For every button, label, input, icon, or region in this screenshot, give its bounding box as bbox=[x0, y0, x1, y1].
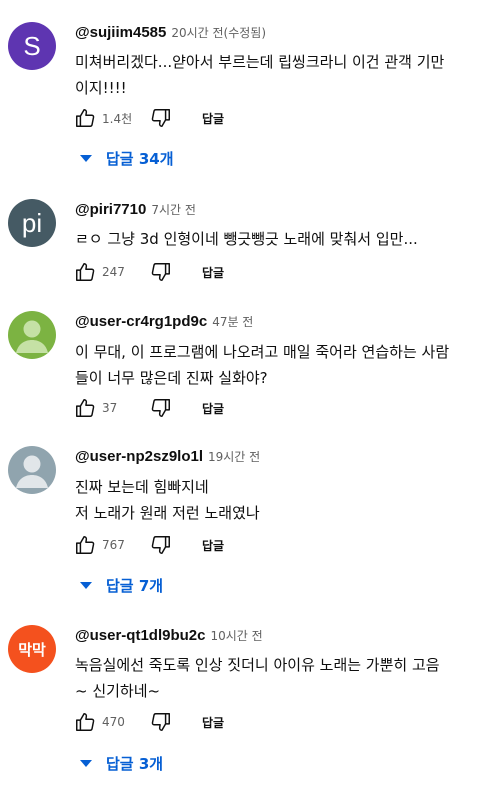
replies-label: 답글 7개 bbox=[106, 576, 164, 595]
comment-line: 저 노래가 원래 저런 노래였나 bbox=[75, 504, 260, 522]
comment-author[interactable]: @sujiim4585 bbox=[75, 24, 166, 41]
comment-line: 녹음실에선 죽도록 인상 짓더니 아이유 노래는 가뿐히 고음 bbox=[75, 656, 440, 674]
reply-button[interactable]: 답글 bbox=[202, 714, 224, 731]
thumbs-down-icon[interactable] bbox=[148, 709, 174, 735]
comment-time[interactable]: 7시간 전 bbox=[151, 203, 196, 217]
reply-button[interactable]: 답글 bbox=[202, 400, 224, 417]
thumbs-up-icon[interactable] bbox=[72, 395, 98, 421]
caret-down-icon bbox=[80, 154, 92, 162]
comment-time[interactable]: 10시간 전 bbox=[211, 629, 263, 643]
view-replies-button[interactable]: 답글 7개 bbox=[80, 570, 163, 600]
reply-button[interactable]: 답글 bbox=[202, 537, 224, 554]
comment-author[interactable]: @piri7710 bbox=[75, 201, 146, 218]
comment-actions: 767 답글 bbox=[72, 531, 224, 559]
comment-line: 들이 너무 많은데 진짜 실화야? bbox=[75, 369, 268, 387]
avatar-initial: pi bbox=[21, 207, 43, 238]
avatar[interactable]: S bbox=[8, 22, 56, 70]
default-avatar-icon bbox=[16, 455, 48, 488]
replies-label: 답글 34개 bbox=[106, 149, 174, 168]
comment-line: 이지!!!! bbox=[75, 79, 127, 97]
thumbs-down-icon[interactable] bbox=[148, 105, 174, 131]
thumbs-up-icon[interactable] bbox=[72, 709, 98, 735]
comment-time[interactable]: 19시간 전 bbox=[208, 450, 260, 464]
thumbs-down-icon[interactable] bbox=[148, 259, 174, 285]
comment-text: 이 무대, 이 프로그램에 나오려고 매일 죽어라 연습하는 사람 들이 너무 … bbox=[75, 339, 470, 391]
like-count: 1.4천 bbox=[102, 111, 133, 126]
comment-author[interactable]: @user-np2sz9lo1l bbox=[75, 448, 203, 465]
comment-text: 녹음실에선 죽도록 인상 짓더니 아이유 노래는 가뿐히 고음 ~ 신기하네~ bbox=[75, 652, 470, 704]
avatar[interactable] bbox=[8, 311, 56, 359]
caret-down-icon bbox=[80, 581, 92, 589]
replies-label: 답글 3개 bbox=[106, 754, 164, 773]
avatar-initial: S bbox=[23, 30, 41, 61]
avatar[interactable]: pi bbox=[8, 199, 56, 247]
thumbs-up-icon[interactable] bbox=[72, 259, 98, 285]
comment-actions: 247 답글 bbox=[72, 258, 224, 286]
thumbs-down-icon[interactable] bbox=[148, 532, 174, 558]
comment-line: ㄹㅇ 그냥 3d 인형이네 뺑긋뺑긋 노래에 맞춰서 입만... bbox=[75, 230, 418, 248]
avatar-initial: 막막 bbox=[18, 640, 46, 659]
avatar[interactable] bbox=[8, 446, 56, 494]
comment-line: ~ 신기하네~ bbox=[75, 682, 161, 700]
comment-line: 미쳐버리겠다...얃아서 부르는데 립씽크라니 이건 관객 기만 bbox=[75, 53, 445, 71]
reply-button[interactable]: 답글 bbox=[202, 110, 224, 127]
like-count: 247 bbox=[102, 265, 125, 279]
comment-line: 이 무대, 이 프로그램에 나오려고 매일 죽어라 연습하는 사람 bbox=[75, 343, 450, 361]
thumbs-down-icon[interactable] bbox=[148, 395, 174, 421]
comment-time[interactable]: 20시간 전(수정됨) bbox=[171, 26, 266, 40]
thumbs-up-icon[interactable] bbox=[72, 105, 98, 131]
like-count: 37 bbox=[102, 401, 118, 415]
view-replies-button[interactable]: 답글 3개 bbox=[80, 748, 163, 778]
comment-author[interactable]: @user-qt1dl9bu2c bbox=[75, 627, 206, 644]
reply-button[interactable]: 답글 bbox=[202, 264, 224, 281]
caret-down-icon bbox=[80, 759, 92, 767]
default-avatar-icon bbox=[16, 320, 48, 353]
comment-author[interactable]: @user-cr4rg1pd9c bbox=[75, 313, 207, 330]
comment-text: ㄹㅇ 그냥 3d 인형이네 뺑긋뺑긋 노래에 맞춰서 입만... bbox=[75, 226, 470, 252]
avatar[interactable]: 막막 bbox=[8, 625, 56, 673]
comment-actions: 470 답글 bbox=[72, 708, 224, 736]
view-replies-button[interactable]: 답글 34개 bbox=[80, 143, 174, 173]
comment-time[interactable]: 47분 전 bbox=[212, 315, 253, 329]
comment-text: 진짜 보는데 힘빠지네 저 노래가 원래 저런 노래였나 bbox=[75, 474, 470, 526]
thumbs-up-icon[interactable] bbox=[72, 532, 98, 558]
comment-text: 미쳐버리겠다...얃아서 부르는데 립씽크라니 이건 관객 기만 이지!!!! bbox=[75, 49, 470, 101]
comment-line: 진짜 보는데 힘빠지네 bbox=[75, 478, 209, 496]
like-count: 470 bbox=[102, 715, 125, 729]
comment-actions: 37 답글 bbox=[72, 394, 224, 422]
like-count: 767 bbox=[102, 538, 125, 552]
comment-actions: 1.4천 답글 bbox=[72, 104, 224, 132]
